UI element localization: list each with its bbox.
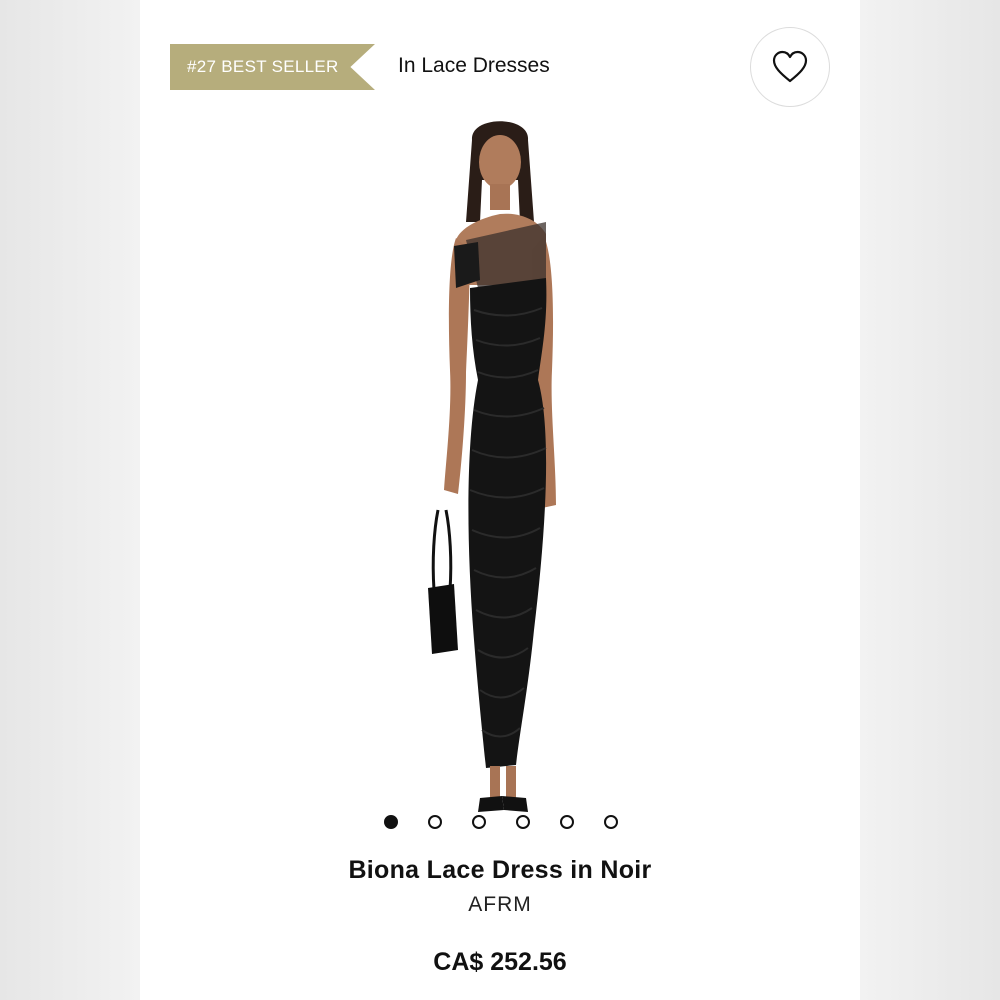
wishlist-button[interactable] — [750, 27, 830, 107]
product-card[interactable]: #27 BEST SELLER In Lace Dresses Biona La… — [140, 0, 860, 1000]
heart-icon — [772, 50, 808, 83]
carousel-dot[interactable] — [472, 815, 486, 829]
background-right — [850, 0, 1000, 1000]
carousel-dot[interactable] — [604, 815, 618, 829]
image-carousel-dots — [384, 815, 620, 831]
carousel-dot[interactable] — [384, 815, 398, 829]
product-title[interactable]: Biona Lace Dress in Noir — [140, 856, 860, 885]
carousel-dot[interactable] — [560, 815, 574, 829]
carousel-dot[interactable] — [516, 815, 530, 829]
brand-name[interactable]: AFRM — [140, 893, 860, 917]
product-image[interactable] — [370, 110, 630, 830]
background-left — [0, 0, 140, 1000]
product-price: CA$ 252.56 — [433, 948, 567, 976]
category-link[interactable]: In Lace Dresses — [398, 54, 550, 78]
carousel-dot[interactable] — [428, 815, 442, 829]
best-seller-badge: #27 BEST SELLER — [170, 44, 375, 90]
